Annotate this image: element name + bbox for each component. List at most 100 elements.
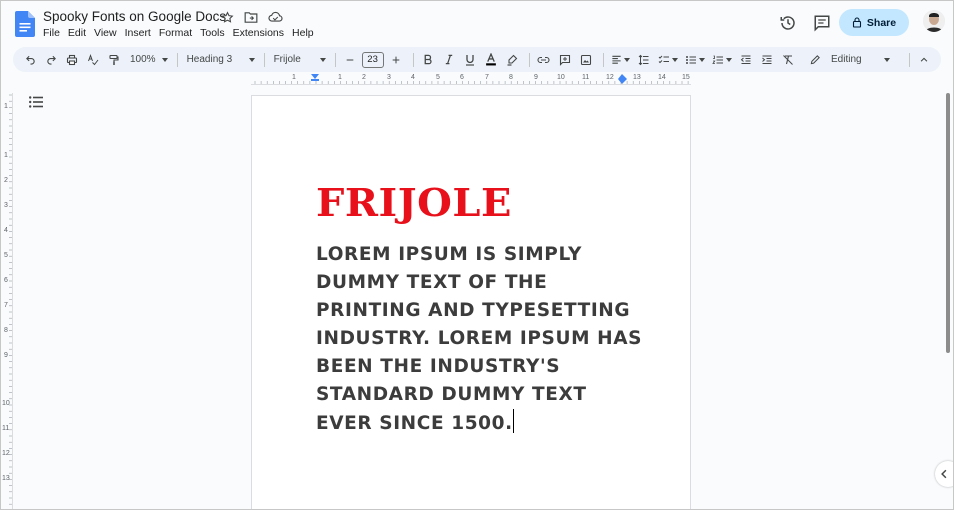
ruler-label: 5 [4,252,8,259]
ruler-label: 11 [582,74,590,81]
caret-down-icon [161,57,168,62]
toolbar-divider [909,52,910,67]
underline-button[interactable] [461,50,479,70]
ruler-label: 12 [606,74,614,81]
increase-font-size-button[interactable] [387,50,405,70]
decrease-indent-button[interactable] [737,50,755,70]
version-history-icon[interactable] [779,14,797,32]
ruler-label: 8 [4,327,8,334]
italic-button[interactable] [440,50,458,70]
caret-down-icon [671,57,678,62]
docs-logo-icon[interactable] [15,11,35,37]
text-cursor [512,409,514,433]
document-outline-icon[interactable] [29,96,43,108]
vertical-scrollbar[interactable] [946,93,950,353]
spellcheck-button[interactable] [84,50,102,70]
ruler-label: 8 [509,74,513,81]
line-spacing-button[interactable] [635,50,653,70]
highlighter-icon [507,54,517,66]
menu-help[interactable]: Help [288,27,318,39]
zoom-dropdown[interactable]: 100% [126,54,172,65]
chevron-left-icon [941,469,947,479]
align-dropdown[interactable] [609,50,632,70]
header: Spooky Fonts on Google Docs File Edit Vi… [1,1,953,45]
numbered-list-icon [711,55,723,64]
line-spacing-icon [638,54,649,65]
zoom-value: 100% [130,54,156,65]
caret-down-icon [319,57,326,62]
caret-down-icon [884,57,890,62]
toolbar-divider [528,52,530,67]
avatar[interactable] [923,10,945,32]
toolbar-divider [412,52,414,67]
add-comment-icon [559,54,570,66]
ruler-label: 10 [2,400,10,407]
document-heading[interactable]: Frijole [316,180,512,225]
italic-icon [445,54,452,65]
font-size-input[interactable]: 23 [361,51,384,68]
paint-format-icon [109,54,119,65]
side-panel-toggle[interactable] [935,461,953,487]
caret-down-icon [623,57,630,62]
text-color-icon [485,53,496,66]
menu-insert[interactable]: Insert [121,27,155,39]
menu-format[interactable]: Format [155,27,196,39]
menu-view[interactable]: View [90,27,121,39]
share-button[interactable]: Share [839,9,909,36]
document-title[interactable]: Spooky Fonts on Google Docs [43,9,226,24]
ruler-label: 14 [658,74,666,81]
align-left-icon [611,55,621,64]
comments-icon[interactable] [813,14,831,32]
undo-button[interactable] [21,50,39,70]
insert-link-button[interactable] [535,50,553,70]
highlight-color-button[interactable] [503,50,521,70]
title-icons [219,9,283,25]
editing-mode-dropdown[interactable]: Editing [806,54,894,65]
ruler-label: 3 [387,74,391,81]
menu-bar: File Edit View Insert Format Tools Exten… [43,27,318,39]
font-dropdown[interactable]: Frijole [270,54,330,65]
ruler-label: 1 [4,103,8,110]
menu-tools[interactable]: Tools [196,27,229,39]
body-paragraph: Lorem Ipsum is simply dummy text of the … [316,244,643,434]
toolbar: 100% Heading 3 Frijole 23 Editing [13,47,941,72]
cloud-status-icon[interactable] [267,9,283,25]
decrease-indent-icon [740,54,751,64]
minus-icon [346,59,353,60]
bold-button[interactable] [419,50,437,70]
numbered-list-dropdown[interactable] [710,50,734,70]
ruler-label: 7 [4,302,8,309]
redo-button[interactable] [42,50,60,70]
menu-extensions[interactable]: Extensions [229,27,288,39]
ruler-label: 13 [633,74,641,81]
underline-icon [465,54,474,66]
ruler-label: 4 [411,74,415,81]
toolbar-divider [602,52,604,67]
star-icon[interactable] [219,9,235,25]
increase-indent-button[interactable] [758,50,776,70]
ruler-label: 6 [4,277,8,284]
decrease-font-size-button[interactable] [341,50,359,70]
bulleted-list-dropdown[interactable] [683,50,707,70]
add-comment-button[interactable] [556,50,574,70]
document-body[interactable]: Lorem Ipsum is simply dummy text of the … [316,241,646,438]
menu-edit[interactable]: Edit [64,27,90,39]
ruler-label: 3 [4,202,8,209]
ruler-label: 6 [460,74,464,81]
insert-image-button[interactable] [577,50,595,70]
print-button[interactable] [63,50,81,70]
ruler-label: 5 [436,74,440,81]
lock-icon [852,17,861,28]
document-page[interactable]: Frijole Lorem Ipsum is simply dummy text… [251,95,691,509]
checklist-dropdown[interactable] [656,50,680,70]
move-folder-icon[interactable] [243,9,259,25]
image-icon [580,54,591,65]
pencil-icon [810,55,820,65]
text-color-button[interactable] [482,50,500,70]
paragraph-style-dropdown[interactable]: Heading 3 [183,54,259,65]
ruler-label: 9 [4,352,8,359]
paint-format-button[interactable] [105,50,123,70]
clear-formatting-button[interactable] [779,50,797,70]
menu-file[interactable]: File [43,27,64,39]
hide-menus-button[interactable] [915,50,933,70]
